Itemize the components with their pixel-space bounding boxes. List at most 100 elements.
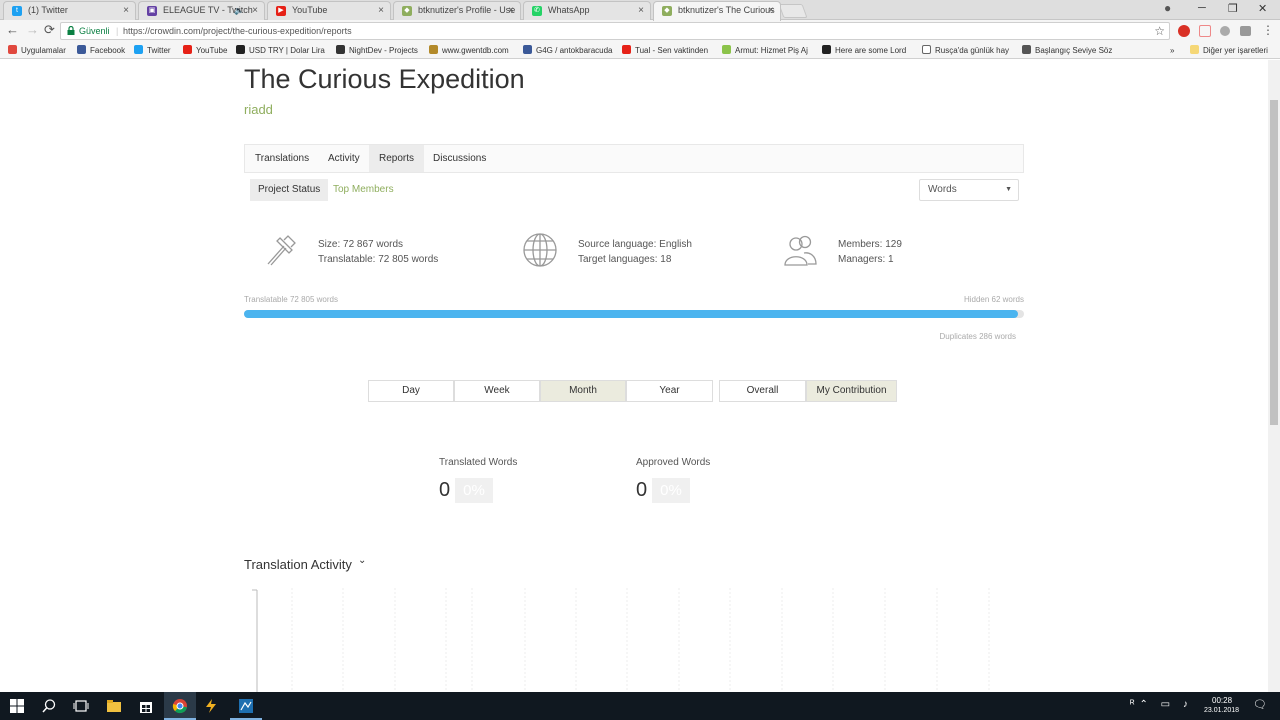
- tab-close-icon[interactable]: ×: [123, 2, 129, 19]
- bookmark-item[interactable]: G4G / antokbaracuda: [523, 45, 613, 56]
- tab-close-icon[interactable]: ×: [508, 2, 514, 19]
- bookmark-favicon-icon: [183, 45, 192, 54]
- secure-label: Güvenli: [79, 26, 110, 36]
- scrollbar-thumb[interactable]: [1270, 100, 1278, 425]
- stat-target-languages: Target languages: 18: [578, 254, 672, 265]
- browser-toolbar: ← → ⟳ Güvenli | https://crowdin.com/proj…: [0, 20, 1280, 42]
- task-view-icon[interactable]: [73, 698, 89, 714]
- search-icon[interactable]: [41, 698, 57, 714]
- minimize-button[interactable]: ─: [1198, 2, 1206, 14]
- bookmark-item[interactable]: Rusça'da günlük hay: [922, 45, 1009, 56]
- extension-shield-icon[interactable]: [1220, 26, 1230, 36]
- project-owner-link[interactable]: riadd: [244, 102, 273, 117]
- taskbar-chrome-active[interactable]: [164, 692, 196, 720]
- bookmark-label: www.gwentdb.com: [442, 46, 509, 55]
- tab-reports[interactable]: Reports: [369, 145, 425, 172]
- taskbar-app-running[interactable]: [230, 692, 262, 720]
- bookmark-item[interactable]: Here are some Lord: [822, 45, 906, 56]
- bookmark-item[interactable]: NightDev - Projects: [336, 45, 418, 56]
- account-icon[interactable]: ●: [1164, 1, 1171, 15]
- menu-icon[interactable]: ⋮: [1262, 23, 1274, 37]
- chart-gridlines: [291, 588, 990, 692]
- extension-adblock-icon[interactable]: [1178, 25, 1190, 37]
- url-divider: |: [116, 26, 119, 36]
- windows-start-icon[interactable]: [9, 698, 25, 714]
- bookmark-star-icon[interactable]: ☆: [1154, 23, 1165, 39]
- browser-tab[interactable]: t (1) Twitter ×: [3, 1, 136, 20]
- extension-icon[interactable]: [1199, 25, 1211, 37]
- bookmark-favicon-icon: [134, 45, 143, 54]
- tab-favicon-icon: ▣: [147, 6, 157, 16]
- browser-tab[interactable]: ▶ YouTube ×: [267, 1, 391, 20]
- period-year-button[interactable]: Year: [626, 380, 713, 402]
- bookmark-item[interactable]: YouTube: [183, 45, 227, 56]
- unit-select[interactable]: Words ▼: [919, 179, 1019, 201]
- store-icon[interactable]: [138, 698, 154, 714]
- tab-favicon-icon: ◆: [662, 6, 672, 16]
- notification-icon[interactable]: 🗨: [1253, 698, 1267, 711]
- tab-close-icon[interactable]: ×: [638, 2, 644, 19]
- period-month-button[interactable]: Month: [540, 380, 626, 402]
- bookmark-favicon-icon: [1022, 45, 1031, 54]
- back-button[interactable]: ←: [6, 23, 19, 37]
- hammer-icon: [267, 235, 296, 266]
- period-week-button[interactable]: Week: [454, 380, 540, 402]
- file-explorer-icon[interactable]: [106, 698, 122, 714]
- tab-close-icon[interactable]: ×: [252, 2, 258, 19]
- bookmark-favicon-icon: [336, 45, 345, 54]
- other-bookmarks[interactable]: Diğer yer işaretleri: [1190, 45, 1268, 56]
- bookmark-item[interactable]: Armut: Hizmet Piş Aj: [722, 45, 808, 56]
- bookmark-item[interactable]: Tual - Sen vaktinden: [622, 45, 708, 56]
- browser-tab[interactable]: ▣ ELEAGUE TV - Twitch 🔈 ×: [138, 1, 265, 20]
- clock-date[interactable]: 23.01.2018: [1204, 707, 1239, 714]
- scope-my-contribution-button[interactable]: My Contribution: [806, 380, 897, 402]
- tab-close-icon[interactable]: ×: [378, 2, 384, 19]
- subtab-project-status[interactable]: Project Status: [250, 179, 329, 201]
- forward-button[interactable]: →: [26, 23, 39, 37]
- browser-tab[interactable]: ◆ btknutizer's Profile - Use ×: [393, 1, 521, 20]
- page-scrollbar[interactable]: [1268, 60, 1280, 692]
- project-nav-tabs: Translations Activity Reports Discussion…: [244, 144, 1024, 173]
- globe-icon: [523, 233, 557, 267]
- browser-tab[interactable]: ✆ WhatsApp ×: [523, 1, 651, 20]
- extension-camera-icon[interactable]: [1240, 26, 1251, 36]
- bookmark-label: Armut: Hizmet Piş Aj: [735, 46, 808, 55]
- translated-words-label: Translated Words: [439, 457, 518, 468]
- subtab-top-members[interactable]: Top Members: [325, 179, 402, 201]
- scope-overall-button[interactable]: Overall: [719, 380, 806, 402]
- bookmark-item[interactable]: Başlangıç Seviye Söz: [1022, 45, 1112, 56]
- browser-tab[interactable]: ◆ btknutizer's The Curious ×: [653, 1, 781, 21]
- period-day-button[interactable]: Day: [368, 380, 454, 402]
- address-bar[interactable]: Güvenli | https://crowdin.com/project/th…: [60, 22, 1170, 40]
- system-tray-icons[interactable]: ᴿ⌃ ▭ ♪: [1130, 699, 1193, 710]
- bookmark-item[interactable]: Uygulamalar: [8, 45, 66, 56]
- translated-words-percent: 0%: [455, 478, 493, 503]
- new-tab-button[interactable]: [778, 4, 808, 18]
- app-lightning-icon[interactable]: [203, 698, 219, 714]
- tab-discussions[interactable]: Discussions: [423, 145, 496, 172]
- reload-button[interactable]: ⟳: [44, 23, 55, 37]
- chevron-down-icon[interactable]: ⌄: [358, 555, 366, 566]
- bookmark-item[interactable]: USD TRY | Dolar Lira: [236, 45, 325, 56]
- bookmark-item[interactable]: Facebook: [77, 45, 125, 56]
- bookmarks-more-icon[interactable]: »: [1170, 45, 1174, 56]
- tab-audio-icon[interactable]: 🔈: [234, 2, 244, 19]
- bookmark-label: G4G / antokbaracuda: [536, 46, 613, 55]
- bookmark-favicon-icon: [236, 45, 245, 54]
- maximize-button[interactable]: ❐: [1228, 2, 1238, 15]
- tab-activity[interactable]: Activity: [318, 145, 370, 172]
- bookmark-item[interactable]: www.gwentdb.com: [429, 45, 509, 56]
- tab-close-icon[interactable]: ×: [768, 2, 774, 19]
- bookmark-label: USD TRY | Dolar Lira: [249, 46, 325, 55]
- progress-right-label: Hidden 62 words: [963, 295, 1024, 304]
- tab-translations[interactable]: Translations: [245, 145, 319, 172]
- url-text[interactable]: https://crowdin.com/project/the-curious-…: [123, 23, 352, 39]
- clock-time[interactable]: 00:28: [1212, 696, 1232, 705]
- window-close-button[interactable]: ✕: [1258, 2, 1267, 15]
- bookmark-label: NightDev - Projects: [349, 46, 418, 55]
- bookmark-item[interactable]: Twitter: [134, 45, 171, 56]
- translation-activity-heading[interactable]: Translation Activity: [244, 557, 352, 572]
- unit-select-value: Words: [928, 184, 957, 195]
- bookmark-favicon-icon: [722, 45, 731, 54]
- bookmark-favicon-icon: [622, 45, 631, 54]
